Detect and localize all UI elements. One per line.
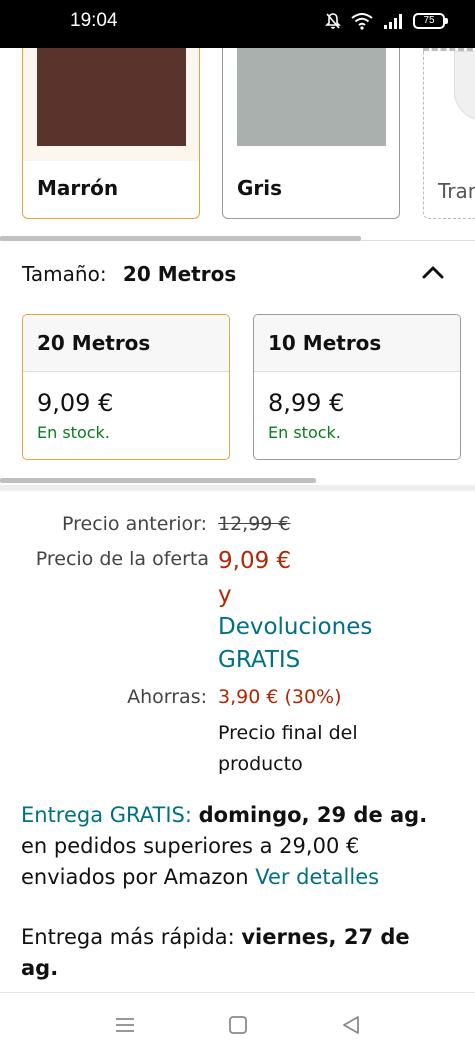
see-details-link[interactable]: Ver detalles [255,865,379,889]
size-option-name: 20 Metros [23,315,229,372]
size-option-10-metros[interactable]: 10 Metros 8,99 € En stock. [253,314,461,460]
menu-icon[interactable] [113,1013,137,1037]
free-returns-link-line2[interactable]: GRATIS [218,647,300,673]
status-icons: 75 [325,12,448,30]
savings-value: 3,90 € (30%) [218,686,342,708]
bell-mute-icon [325,13,341,29]
color-option-gris[interactable]: Gris [222,48,400,219]
free-delivery-info: Entrega GRATIS: domingo, 29 de ag. en pe… [21,800,461,893]
fast-delivery-info: Entrega más rápida: viernes, 27 de ag. [21,922,461,984]
back-triangle-icon[interactable] [339,1013,363,1037]
final-price-note-line1: Precio final del [218,722,358,744]
free-delivery-date: domingo, 29 de ag. [198,803,428,827]
shipped-by-text: enviados por Amazon [21,865,249,889]
color-label-transparente: Tran [438,179,475,203]
offer-price-label: Precio de la oferta [35,548,209,570]
wifi-icon [351,13,373,30]
color-option-transparente[interactable]: Tran [423,48,475,219]
signal-icon [384,14,402,29]
final-price-note-line2: producto [218,753,303,775]
color-swatch-transparente [454,51,475,121]
previous-price-value: 12,99 € [218,513,291,535]
system-nav-bar [0,992,475,1056]
size-option-stock: En stock. [37,423,110,442]
previous-price-label: Precio anterior: [61,513,207,535]
size-label: Tamaño: [22,262,107,286]
size-option-name: 10 Metros [254,315,460,372]
color-option-marron[interactable]: Marrón [22,48,200,219]
color-swatch-gris [237,48,386,146]
size-scroll-indicator[interactable] [0,478,316,483]
size-selector-header[interactable]: Tamaño: 20 Metros [22,262,236,286]
free-returns-link-line1[interactable]: Devoluciones [218,614,372,640]
size-option-price: 9,09 € [37,389,114,417]
section-divider [0,485,475,491]
color-label-marron: Marrón [37,176,119,200]
fast-delivery-label: Entrega más rápida: [21,925,235,949]
battery-icon: 75 [413,13,448,29]
free-delivery-condition: en pedidos superiores a 29,00 € [21,834,360,858]
free-delivery-label: Entrega GRATIS: [21,803,192,827]
size-option-20-metros[interactable]: 20 Metros 9,09 € En stock. [22,314,230,460]
color-options: Marrón Gris Tran [0,48,475,238]
color-swatch-marron [37,48,186,146]
fast-delivery-date-cont: ag. [21,956,59,980]
offer-connector: y [218,582,232,608]
size-option-price: 8,99 € [268,389,345,417]
size-selected-value: 20 Metros [122,262,237,286]
savings-label: Ahorras: [127,686,207,708]
color-label-gris: Gris [237,176,283,200]
size-option-stock: En stock. [268,423,341,442]
color-scroll-indicator[interactable] [0,236,361,241]
chevron-up-icon[interactable] [421,262,445,282]
status-bar: 19:04 75 [0,0,475,48]
status-time: 19:04 [70,10,118,31]
fast-delivery-date: viernes, 27 de [241,925,410,949]
home-square-icon[interactable] [226,1013,250,1037]
offer-price-value: 9,09 € [218,548,292,574]
